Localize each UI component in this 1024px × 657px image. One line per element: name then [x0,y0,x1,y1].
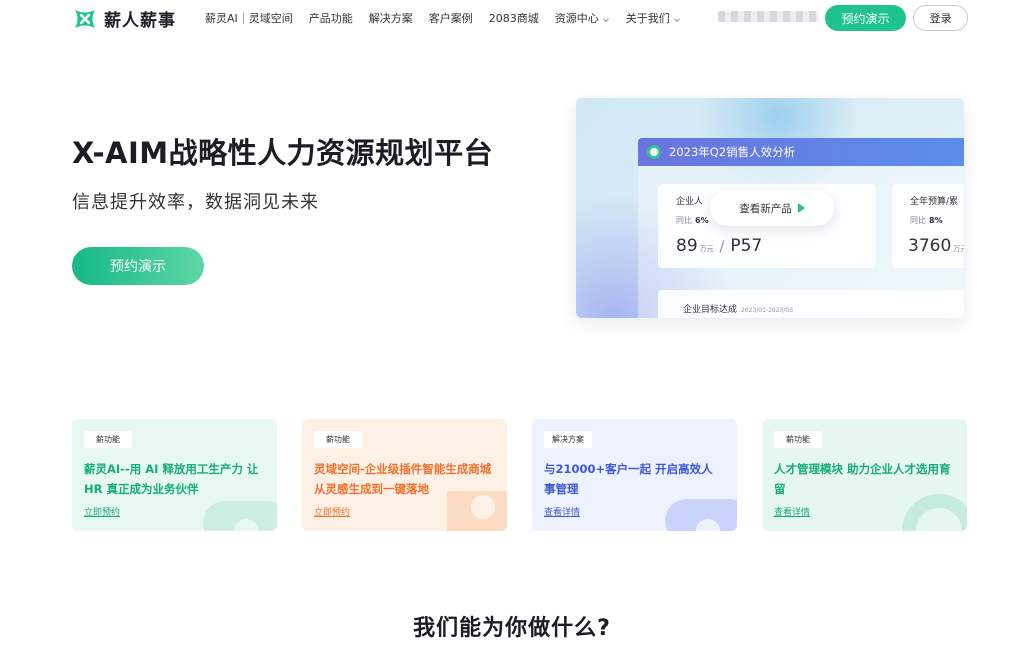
view-button-label: 查看新产品 [739,202,792,215]
view-new-product-button[interactable]: 查看新产品 [710,190,834,226]
nav-item-resources[interactable]: 资源中心 [555,10,610,26]
nav-label: 解决方案 [368,12,413,25]
nav-item-solutions[interactable]: 解决方案 [369,10,413,26]
nav-item-mall[interactable]: 2083商城 [489,10,539,26]
yoy-value: 6% [695,216,709,225]
brand-name: 薪人薪事 [104,11,176,31]
chevron-down-icon [602,14,610,23]
dashboard-title: 2023年Q2销售人效分析 [669,145,796,159]
feature-tag: 薪功能 [84,431,132,448]
feature-tag: 薪功能 [774,431,822,448]
chart-icon [647,145,661,159]
yoy-value: 8% [929,216,943,225]
feature-link[interactable]: 查看详情 [774,505,810,518]
feature-link[interactable]: 查看详情 [544,505,580,518]
metric-number-2: P57 [730,236,763,256]
nav-item-cases[interactable]: 客户案例 [429,10,473,26]
feature-link[interactable]: 立即预约 [84,505,120,518]
feature-tag: 解决方案 [544,431,592,448]
play-icon [797,203,805,213]
nav-label: 资源中心 [554,12,599,25]
metric-unit: 万元 [699,245,714,253]
nav-item-products[interactable]: 产品功能 [309,10,353,26]
target-card: 企业目标达成 2023/01-2023/03 [658,290,964,318]
section-title: 我们能为你做什么? [413,616,611,641]
feature-card-ai[interactable]: 薪功能 薪灵AI--用 AI 释放用工生产力 让 HR 真正成为业务伙伴 立即预… [72,419,277,531]
hero-demo-button[interactable]: 预约演示 [72,247,204,285]
target-label: 企业目标达成 2023/01-2023/03 [683,302,793,315]
feature-title: 灵域空间-企业级插件智能生成商城 从灵感生成到一键落地 [314,462,492,496]
yoy-label: 同比 [910,216,926,225]
metric-unit: 万元 [953,245,964,253]
feature-tag: 薪功能 [314,431,362,448]
target-title: 企业目标达成 [683,305,738,315]
metric-label: 全年预算/累 [910,197,959,207]
hero-dashboard-image: 2023年Q2销售人效分析 企业人 同比 6% 89 万元 / P57 全年预算/累 同… [576,98,964,318]
separator: / [719,239,725,255]
metric-value: 3760 万元 [908,236,964,256]
chevron-down-icon [673,14,681,23]
hero-title: X-AIM战略性人力资源规划平台 [72,136,494,170]
metric-label: 企业人 [676,197,704,207]
feature-card-space[interactable]: 薪功能 灵域空间-企业级插件智能生成商城 从灵感生成到一键落地 立即预约 [302,419,507,531]
nav-item-ai[interactable]: 薪灵AI｜灵域空间 [205,10,293,26]
dashboard-header: 2023年Q2销售人效分析 [638,138,964,166]
target-date: 2023/01-2023/03 [741,307,794,314]
nav-label: 客户案例 [428,12,473,25]
nav-label: 2083商城 [488,12,539,25]
blurred-phone-number [718,11,818,22]
login-button[interactable]: 登录 [913,5,968,31]
nav-label: 关于我们 [625,12,670,25]
top-header: 薪人薪事 薪灵AI｜灵域空间 产品功能 解决方案 客户案例 2083商城 资源中… [0,0,1024,36]
metric-number: 3760 [908,236,952,256]
logo-icon [72,7,98,31]
nav-label: 产品功能 [308,12,353,25]
brand-logo[interactable]: 薪人薪事 [72,6,176,31]
book-demo-button[interactable]: 预约演示 [825,5,906,31]
hero-subtitle: 信息提升效率，数据洞见未来 [72,192,319,213]
yoy-label: 同比 [676,216,692,225]
metric-value: 89 万元 / P57 [676,236,762,256]
metric-card: 全年预算/累 同比 8% 3760 万元 [892,184,964,268]
feature-link[interactable]: 立即预约 [314,505,350,518]
feature-title: 人才管理模块 助力企业人才选用育留 [774,462,951,496]
feature-title: 与21000+客户一起 开启高效人事管理 [544,462,713,496]
feature-card-talent[interactable]: 薪功能 人才管理模块 助力企业人才选用育留 查看详情 [762,419,967,531]
main-nav: 薪灵AI｜灵域空间 产品功能 解决方案 客户案例 2083商城 资源中心 关于我… [205,10,697,26]
feature-title: 薪灵AI--用 AI 释放用工生产力 让 HR 真正成为业务伙伴 [84,462,259,496]
metric-yoy: 同比 8% [910,215,943,226]
nav-label: 薪灵AI｜灵域空间 [205,12,293,25]
nav-item-about[interactable]: 关于我们 [626,10,681,26]
metric-yoy: 同比 6% [676,215,709,226]
metric-number: 89 [676,236,698,256]
feature-card-solutions[interactable]: 解决方案 与21000+客户一起 开启高效人事管理 查看详情 [532,419,737,531]
